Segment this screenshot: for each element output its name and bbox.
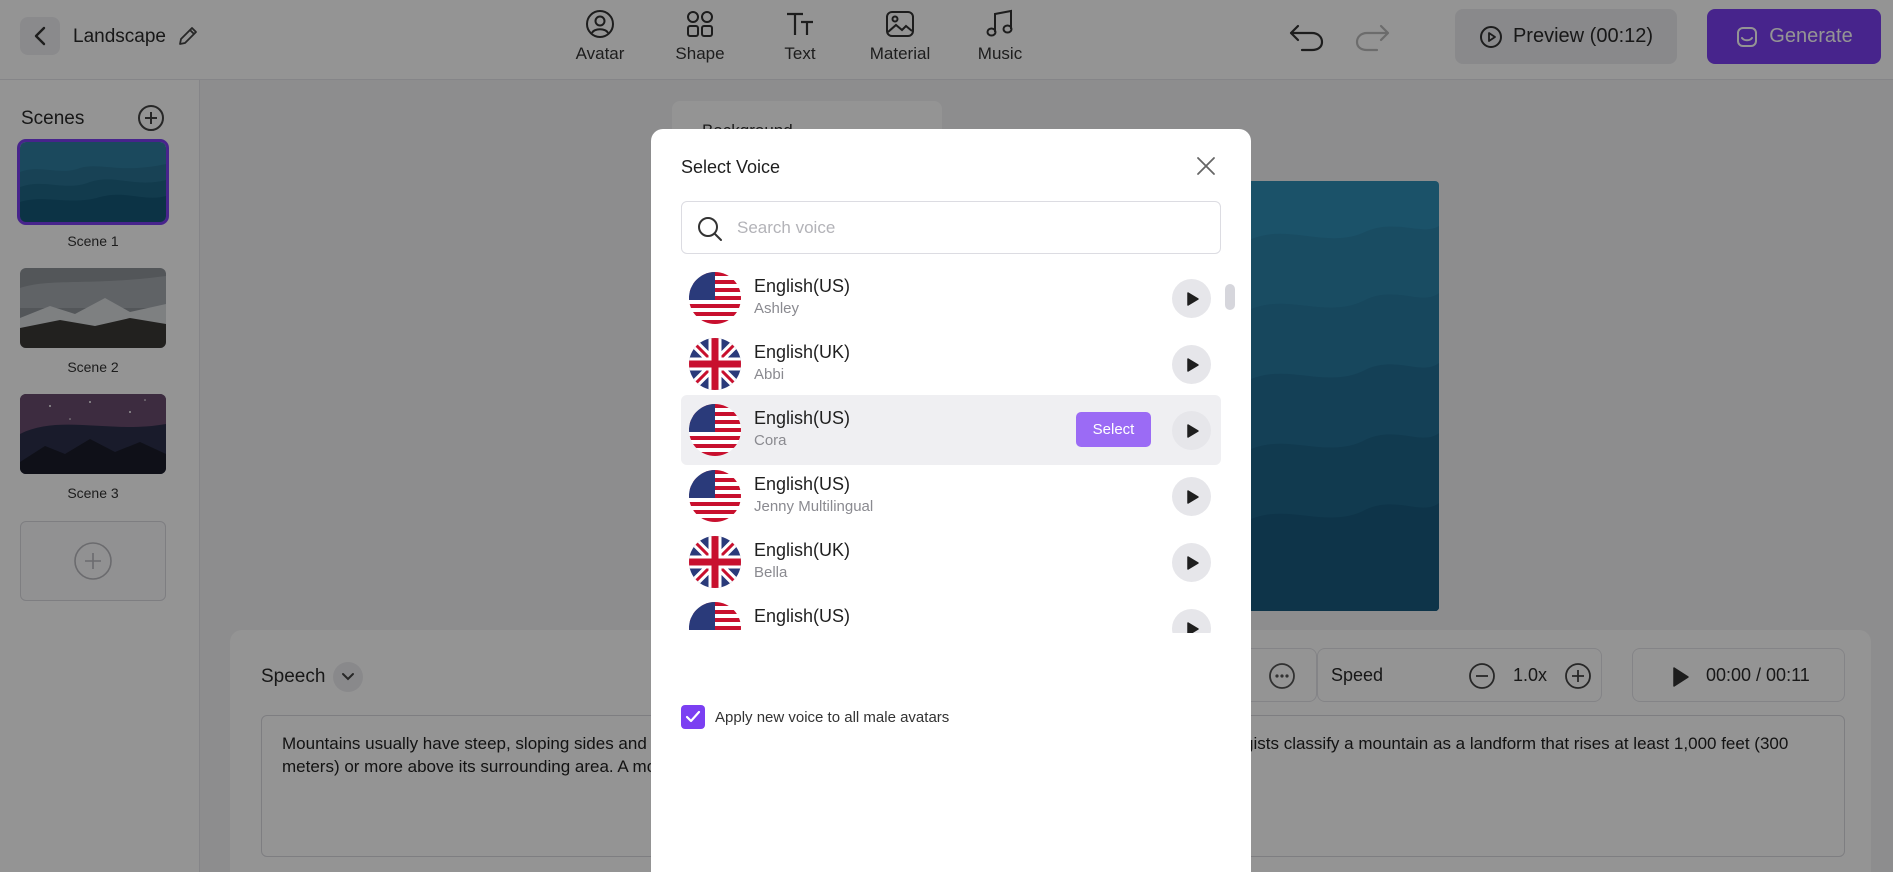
select-voice-button[interactable]: Select	[1076, 412, 1151, 447]
voice-language: English(US)	[754, 474, 851, 494]
voice-play-button[interactable]	[1172, 543, 1211, 582]
apply-checkbox[interactable]	[681, 705, 705, 729]
voice-language: English(US)	[754, 408, 851, 428]
close-icon	[1197, 157, 1215, 175]
voice-play-button[interactable]	[1172, 411, 1211, 450]
voice-name: Bella	[754, 564, 788, 581]
play-icon	[1186, 357, 1199, 372]
close-button[interactable]	[1195, 155, 1217, 182]
select-voice-modal: Select Voice English(US) Ashley	[651, 129, 1251, 872]
search-icon	[697, 216, 723, 247]
checkmark-icon	[685, 710, 701, 723]
voice-name: Ashley	[754, 300, 800, 317]
voice-name: Cora	[754, 432, 787, 449]
play-icon	[1186, 555, 1199, 570]
play-icon	[1186, 489, 1199, 504]
voice-row[interactable]: English(UK) Bella	[681, 527, 1221, 597]
voice-row[interactable]: English(US) Jenny Multilingual	[681, 461, 1221, 531]
us-flag-icon	[689, 470, 741, 522]
voice-list: English(US) Ashley English(UK) Abbi Engl…	[681, 263, 1221, 823]
apply-to-all-option[interactable]: Apply new voice to all male avatars	[681, 705, 949, 729]
modal-title: Select Voice	[681, 157, 781, 177]
voice-language: English(UK)	[754, 540, 851, 560]
voice-row[interactable]: English(US) Ashley	[681, 263, 1221, 333]
uk-flag-icon	[689, 536, 741, 588]
voice-row[interactable]: English(US)	[681, 593, 1221, 633]
voice-play-button[interactable]	[1172, 345, 1211, 384]
us-flag-icon	[689, 602, 741, 633]
voice-row[interactable]: English(UK) Abbi	[681, 329, 1221, 399]
voice-play-button[interactable]	[1172, 279, 1211, 318]
us-flag-icon	[689, 404, 741, 456]
uk-flag-icon	[689, 338, 741, 390]
voice-row[interactable]: English(US) Cora Select	[681, 395, 1221, 465]
us-flag-icon	[689, 272, 741, 324]
voice-play-button[interactable]	[1172, 609, 1211, 633]
play-icon	[1186, 423, 1199, 438]
apply-label: Apply new voice to all male avatars	[715, 708, 950, 726]
voice-language: English(US)	[754, 606, 851, 626]
voice-language: English(UK)	[754, 342, 851, 362]
voice-play-button[interactable]	[1172, 477, 1211, 516]
voice-language: English(US)	[754, 276, 851, 296]
search-input[interactable]	[737, 215, 1207, 241]
voice-name: Abbi	[754, 366, 785, 383]
voice-search	[681, 201, 1221, 254]
play-icon	[1186, 621, 1199, 633]
voice-list-scrollbar[interactable]	[1225, 284, 1235, 310]
play-icon	[1186, 291, 1199, 306]
voice-name: Jenny Multilingual	[754, 498, 874, 515]
